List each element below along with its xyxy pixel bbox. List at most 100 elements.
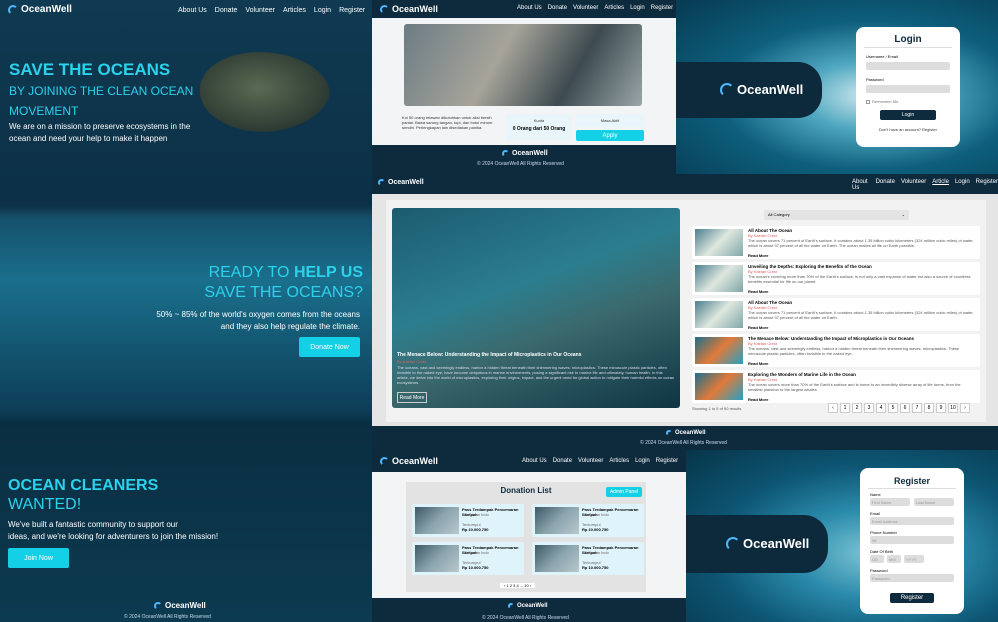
nav-login[interactable]: Login — [955, 179, 970, 191]
nav-about[interactable]: About Us — [852, 179, 870, 191]
article-read-more[interactable]: Read More — [748, 325, 768, 330]
article-list-item[interactable]: All About The Ocean By Kaelan Crest The … — [692, 226, 980, 259]
brand-logo[interactable]: OceanWell — [8, 4, 72, 15]
page-button[interactable]: 1 — [840, 403, 850, 413]
password-input[interactable] — [866, 85, 950, 93]
page-button[interactable]: 5 — [888, 403, 898, 413]
donation-thumbnail — [535, 507, 579, 534]
password-label: Password — [866, 77, 884, 82]
nav-register[interactable]: Register — [339, 7, 365, 14]
page-button[interactable]: 2 — [852, 403, 862, 413]
oxygen-text: 50% ~ 85% of the world's oxygen comes fr… — [156, 310, 360, 319]
pagination: ‹ 1 2 3 4 5 6 7 8 9 10 › — [828, 403, 970, 413]
nav-volunteer[interactable]: Volunteer — [901, 179, 926, 191]
admin-panel-button[interactable]: Admin Panel — [606, 487, 642, 497]
wave-logo-icon — [380, 456, 389, 466]
nav-register[interactable]: Register — [651, 5, 673, 11]
brand-logo[interactable]: OceanWell — [378, 179, 424, 186]
dob-month-select[interactable]: MM — [887, 555, 901, 563]
nav-register[interactable]: Register — [976, 179, 998, 191]
page-button[interactable]: ‹ — [828, 403, 838, 413]
footer-logo: OceanWell — [154, 601, 206, 610]
donation-amount: Rp 10.000.750 — [462, 565, 489, 570]
cleaners-subtitle: WANTED! — [8, 496, 82, 513]
donation-card[interactable]: Pass Terdampak Pencemaran Sampah PT Ocea… — [412, 542, 524, 575]
first-name-input[interactable]: First Name — [870, 498, 910, 506]
nav-articles[interactable]: Articles — [609, 458, 629, 464]
last-name-input[interactable]: Last Name — [914, 498, 954, 506]
category-filter[interactable]: All Category ⌄ — [764, 210, 909, 220]
donation-org: PT Ocean Indo — [582, 550, 609, 555]
register-button[interactable]: Register — [890, 593, 934, 603]
apply-button[interactable]: Apply — [576, 130, 644, 141]
nav-volunteer[interactable]: Volunteer — [573, 5, 598, 11]
article-excerpt: The ocean covers 71 percent of Earth's s… — [748, 310, 974, 320]
page-button[interactable]: 6 — [900, 403, 910, 413]
nav-donate[interactable]: Donate — [215, 7, 238, 14]
donation-pagination[interactable]: ‹ 1 2 3 4 ... 10 › — [500, 583, 536, 588]
page-button[interactable]: 4 — [876, 403, 886, 413]
volunteer-description: Kol 50 orang relawan dibutuhkan untuk ak… — [402, 115, 493, 130]
page-button[interactable]: 3 — [864, 403, 874, 413]
nav-articles[interactable]: Article — [932, 179, 949, 191]
password-input[interactable]: Password — [870, 574, 954, 582]
read-more-button[interactable]: Read More — [397, 392, 427, 403]
email-input[interactable]: Email Address — [870, 517, 954, 525]
donation-card[interactable]: Pass Terdampak Pencemaran Sampah PT Ocea… — [412, 504, 524, 537]
username-input[interactable] — [866, 62, 950, 70]
wave-logo-icon — [8, 4, 18, 15]
nav-about[interactable]: About Us — [178, 7, 207, 14]
article-read-more[interactable]: Read More — [748, 289, 768, 294]
article-thumbnail — [695, 229, 743, 256]
article-list-item[interactable]: The Menace Below: Understanding the Impa… — [692, 334, 980, 367]
dob-year-select[interactable]: YYYY — [904, 555, 924, 563]
page-button[interactable]: 7 — [912, 403, 922, 413]
register-link[interactable]: Don't have an account? Register — [856, 127, 960, 132]
join-now-button[interactable]: Join Now — [8, 548, 69, 568]
nav-volunteer[interactable]: Volunteer — [245, 7, 275, 14]
article-excerpt: The ocean covers 71 percent of Earth's s… — [748, 238, 974, 248]
nav-articles[interactable]: Articles — [604, 5, 624, 11]
nav-login[interactable]: Login — [314, 7, 331, 14]
article-read-more[interactable]: Read More — [748, 361, 768, 366]
donation-thumbnail — [535, 545, 579, 572]
nav-volunteer[interactable]: Volunteer — [578, 458, 603, 464]
article-list-item[interactable]: All About The Ocean By Kaelan Crest The … — [692, 298, 980, 331]
footer-copyright: © 2024 OceanWell All Rights Reserved — [482, 615, 569, 621]
remember-checkbox[interactable] — [866, 100, 870, 104]
date-box: Masa Aktif — [576, 114, 644, 127]
oxygen-text-2: and they also help regulate the climate. — [220, 322, 360, 331]
phone-input[interactable]: 08 — [870, 536, 954, 544]
register-page: OceanWell Register Name First Name Last … — [686, 450, 998, 622]
nav-about[interactable]: About Us — [517, 5, 542, 11]
page-button[interactable]: › — [960, 403, 970, 413]
wave-logo-icon — [502, 150, 509, 157]
nav-register[interactable]: Register — [656, 458, 678, 464]
page-button[interactable]: 9 — [936, 403, 946, 413]
hero-text-2: ocean and need your help to make it happ… — [9, 134, 168, 143]
page-button[interactable]: 10 — [948, 403, 958, 413]
nav-about[interactable]: About Us — [522, 458, 547, 464]
article-excerpt: The ocean's covering more than 70% of th… — [748, 274, 971, 284]
donation-card[interactable]: Pass Terdampak Pencemaran Sampah PT Ocea… — [532, 542, 644, 575]
article-list-item[interactable]: Unveiling the Depths: Exploring the Bene… — [692, 262, 980, 295]
main-nav: About Us Donate Volunteer Articles Login… — [517, 5, 673, 11]
brand-logo[interactable]: OceanWell — [380, 4, 438, 14]
donation-card[interactable]: Pass Terdampak Pencemaran Sampah PT Ocea… — [532, 504, 644, 537]
nav-articles[interactable]: Articles — [283, 7, 306, 14]
article-list-item[interactable]: Exploring the Wonders of Marine Life in … — [692, 370, 980, 403]
nav-donate[interactable]: Donate — [553, 458, 572, 464]
donate-now-button[interactable]: Donate Now — [299, 337, 360, 357]
nav-login[interactable]: Login — [630, 5, 645, 11]
article-read-more[interactable]: Read More — [748, 397, 768, 402]
nav-donate[interactable]: Donate — [548, 5, 567, 11]
login-button[interactable]: Login — [880, 110, 936, 120]
brand-logo[interactable]: OceanWell — [380, 456, 438, 466]
dob-day-select[interactable]: DD — [870, 555, 884, 563]
footer-copyright: © 2024 OceanWell All Rights Reserved — [477, 161, 564, 167]
nav-login[interactable]: Login — [635, 458, 650, 464]
article-read-more[interactable]: Read More — [748, 253, 768, 258]
nav-donate[interactable]: Donate — [876, 179, 895, 191]
page-button[interactable]: 8 — [924, 403, 934, 413]
footer-logo: OceanWell — [666, 430, 706, 436]
